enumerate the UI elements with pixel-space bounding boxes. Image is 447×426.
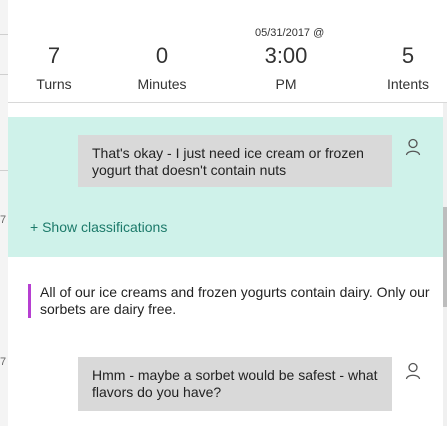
background-text: 7 (0, 356, 7, 368)
conversation-stats: 05/31/2017 @ 7 Turns 0 Minutes 3:00 PM 5… (8, 0, 447, 103)
user-message-text: Hmm - maybe a sorbet would be safest - w… (92, 367, 378, 400)
stat-turns-label: Turns (36, 76, 72, 92)
background-divider (0, 170, 8, 171)
user-icon (405, 138, 421, 156)
conversation-date: 05/31/2017 @ (255, 27, 325, 39)
stat-intents-value: 5 (401, 43, 415, 68)
stat-minutes: 0 Minutes (130, 43, 194, 93)
conversation-detail-panel: 05/31/2017 @ 7 Turns 0 Minutes 3:00 PM 5… (8, 0, 447, 426)
scrollbar[interactable] (443, 103, 447, 426)
stat-time-label: PM (275, 76, 297, 92)
selected-turn[interactable]: That's okay - I just need ice cream or f… (8, 117, 443, 257)
background-divider (0, 74, 8, 75)
stat-turns: 7 Turns (30, 43, 78, 93)
background-text: 7 (0, 214, 7, 226)
stat-minutes-value: 0 (155, 43, 169, 68)
user-message-text: That's okay - I just need ice cream or f… (92, 145, 364, 178)
user-icon (405, 362, 421, 380)
message-list[interactable]: That's okay - I just need ice cream or f… (8, 103, 447, 426)
stat-intents: 5 Intents (378, 43, 438, 93)
stat-minutes-label: Minutes (137, 76, 187, 92)
show-classifications-link[interactable]: + Show classifications (30, 219, 167, 235)
stat-intents-label: Intents (386, 76, 430, 92)
stat-time-value: 3:00 (264, 43, 308, 68)
stat-time: 3:00 PM (256, 43, 316, 93)
background-divider (0, 34, 8, 35)
bot-message: All of our ice creams and frozen yogurts… (28, 284, 440, 318)
scrollbar-thumb[interactable] (443, 207, 447, 307)
stat-turns-value: 7 (47, 43, 61, 68)
user-message: That's okay - I just need ice cream or f… (78, 135, 392, 187)
user-message: Hmm - maybe a sorbet would be safest - w… (78, 357, 392, 411)
bot-message-text: All of our ice creams and frozen yogurts… (40, 284, 430, 317)
